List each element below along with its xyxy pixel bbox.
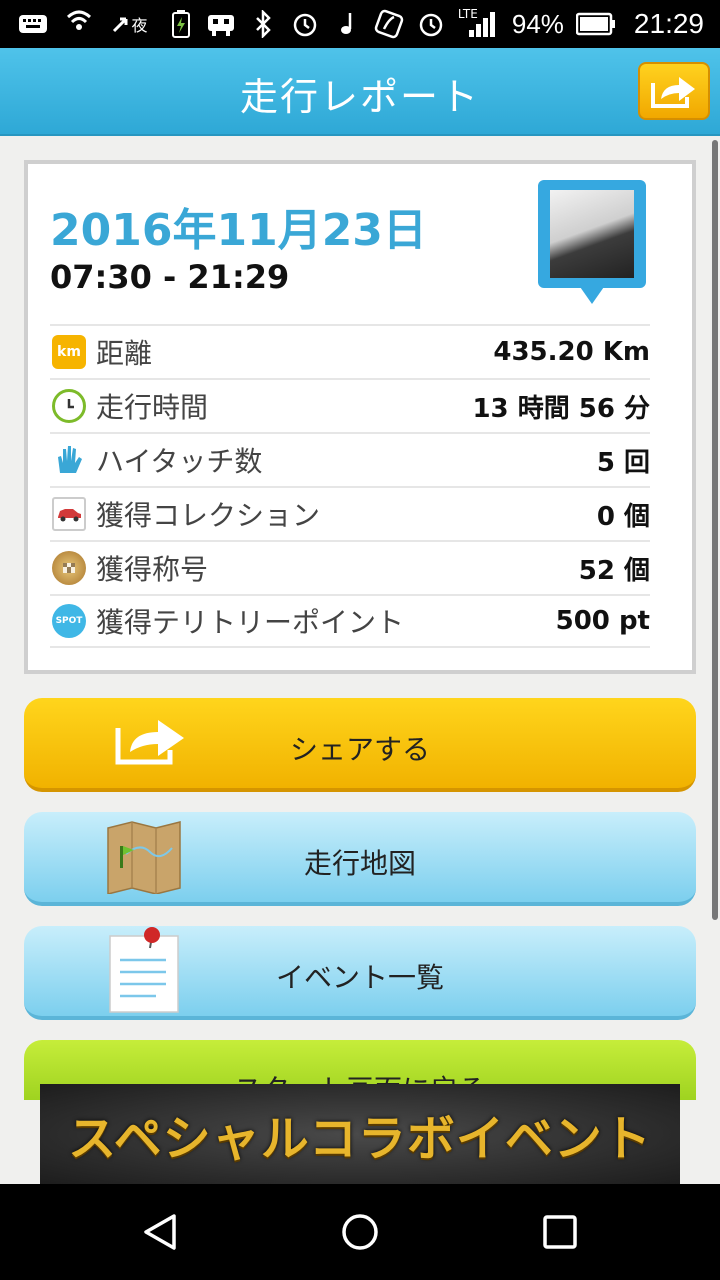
report-card: 2016年11月23日 07:30 - 21:29 km 距離 435.20 K…	[24, 160, 696, 674]
battery-charging-icon	[166, 9, 196, 39]
report-time-range: 07:30 - 21:29	[50, 258, 290, 296]
stat-label: 獲得称号	[96, 553, 209, 586]
night-mode-icon: 夜	[110, 9, 150, 39]
bluetooth-icon	[248, 9, 278, 39]
stat-value: 0 個	[596, 501, 650, 532]
stat-row-high-touch: ハイタッチ数 5 回	[50, 432, 650, 486]
clock-time: 21:29	[633, 8, 704, 39]
event-list-button-label: イベント一覧	[275, 961, 444, 994]
spot-icon: SPOT	[52, 604, 86, 638]
lte-signal-icon: LTE	[458, 7, 500, 39]
home-nav-button[interactable]	[340, 1212, 380, 1252]
stat-row-riding-time: 走行時間 13 時間 56 分	[50, 378, 650, 432]
battery-percent: 94%	[511, 8, 564, 39]
recents-nav-button[interactable]	[540, 1212, 580, 1252]
motorcycle-photo	[550, 190, 634, 278]
stat-label: 獲得コレクション	[96, 499, 321, 532]
ad-banner[interactable]: スペシャルコラボイベント	[40, 1084, 680, 1184]
stat-label: ハイタッチ数	[96, 445, 263, 478]
stat-row-titles: 獲得称号 52 個	[50, 540, 650, 594]
stat-label: 距離	[96, 337, 153, 370]
stat-row-territory: SPOT 獲得テリトリーポイント 500 pt	[50, 594, 650, 648]
stat-label: 走行時間	[96, 391, 209, 424]
back-triangle-icon	[144, 1214, 176, 1250]
stat-value: 5 回	[596, 447, 650, 478]
recents-square-icon	[543, 1215, 577, 1249]
stat-row-distance: km 距離 435.20 Km	[50, 324, 650, 378]
stat-row-collection: 獲得コレクション 0 個	[50, 486, 650, 540]
clock-icon	[52, 389, 86, 423]
km-icon: km	[52, 335, 86, 369]
share-icon	[651, 77, 695, 108]
medal-icon	[52, 551, 86, 585]
wifi-calling-icon	[64, 9, 94, 39]
ad-banner-text: スペシャルコラボイベント	[68, 1111, 652, 1167]
stat-value: 52 個	[578, 555, 650, 586]
alarm-icon	[290, 9, 320, 39]
riding-map-button[interactable]: 走行地図	[24, 812, 696, 906]
stats-list: km 距離 435.20 Km 走行時間 13 時間 56 分 ハイタッチ数 5…	[50, 324, 650, 648]
home-circle-icon	[342, 1214, 378, 1250]
music-note-icon	[332, 9, 362, 39]
stat-value: 500 pt	[555, 606, 650, 636]
status-bar: 夜 LTE 94% 21:29	[0, 0, 720, 48]
photo-pin[interactable]	[538, 180, 648, 312]
share-top-button[interactable]	[638, 62, 710, 120]
share-button-label: シェアする	[289, 733, 430, 766]
riding-map-button-label: 走行地図	[303, 847, 416, 880]
app-header: 走行レポート	[0, 48, 720, 136]
stat-label: 獲得テリトリーポイント	[96, 606, 405, 639]
share-button[interactable]: シェアする	[24, 698, 696, 792]
nfc-icon	[374, 9, 404, 39]
robot-icon	[206, 9, 236, 39]
event-list-button[interactable]: イベント一覧	[24, 926, 696, 1020]
back-nav-button[interactable]	[140, 1212, 180, 1252]
high-touch-icon	[52, 443, 86, 477]
navigation-bar	[0, 1184, 720, 1280]
alarm-clock-icon	[416, 9, 446, 39]
stat-value: 13 時間 56 分	[472, 393, 650, 424]
stat-value: 435.20 Km	[493, 337, 650, 367]
page-title: 走行レポート	[239, 75, 480, 119]
scrollbar[interactable]	[712, 140, 718, 920]
car-icon	[52, 497, 86, 531]
report-date: 2016年11月23日	[50, 205, 427, 256]
battery-icon	[575, 9, 616, 39]
keyboard-icon	[18, 9, 48, 39]
